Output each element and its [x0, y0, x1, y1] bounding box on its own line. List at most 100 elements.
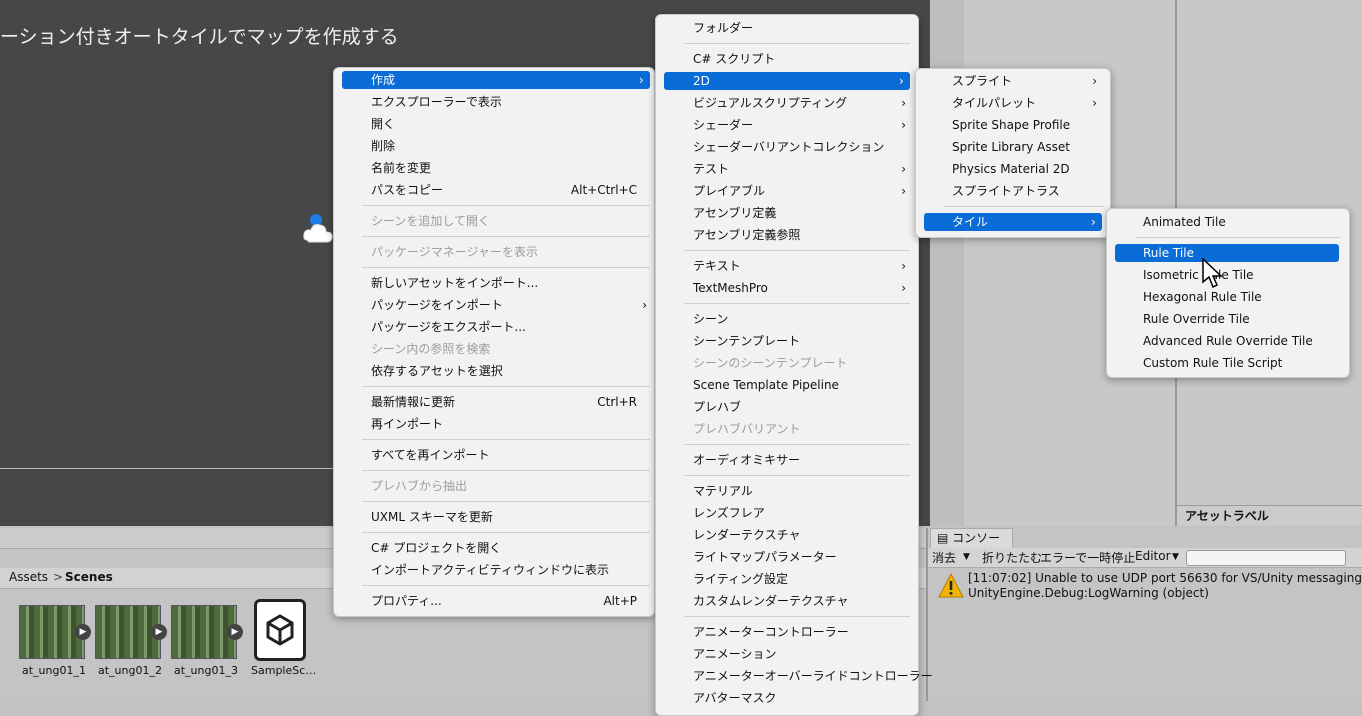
tile-submenu: Animated Tile Rule Tile Isometric Rule T… [1106, 208, 1350, 378]
error-pause-button[interactable]: エラーで一時停止 [1040, 549, 1135, 566]
menu-divider [684, 475, 910, 476]
menu-item-prefab[interactable]: プレハブ [693, 398, 741, 416]
play-icon[interactable]: ▶ [75, 624, 91, 640]
chevron-right-icon: › [901, 96, 906, 110]
menu-item-hexagonal-rule-tile[interactable]: Hexagonal Rule Tile [1143, 288, 1262, 306]
menu-item-animation[interactable]: アニメーション [693, 645, 777, 663]
menu-item-playable[interactable]: プレイアブル › [693, 182, 906, 200]
chevron-down-icon[interactable]: ▼ [963, 552, 970, 562]
console-log-line[interactable]: [11:07:02] Unable to use UDP port 56630 … [968, 571, 1362, 585]
menu-item-shader-variant-collection[interactable]: シェーダーバリアントコレクション [693, 138, 884, 156]
chevron-right-icon: › [639, 73, 644, 87]
chevron-right-icon: › [901, 184, 906, 198]
menu-item-audio-mixer[interactable]: オーディオミキサー [693, 451, 800, 469]
menu-item-physics-material-2d[interactable]: Physics Material 2D [952, 160, 1070, 178]
menu-item-package-manager: パッケージマネージャーを表示 [371, 245, 538, 259]
menu-item-textmeshpro[interactable]: TextMeshPro › [693, 279, 906, 297]
menu-item-tile-palette[interactable]: タイルパレット › [952, 94, 1097, 112]
menu-divider [684, 43, 910, 44]
menu-item-folder[interactable]: フォルダー [693, 19, 753, 37]
asset-label: at_ung01_2 [98, 664, 162, 677]
context-menu: 作成 › エクスプローラーで表示 開く 削除 名前を変更 パスをコピー Alt+Ct… [333, 67, 655, 617]
menu-item-animator-controller[interactable]: アニメーターコントローラー [693, 623, 849, 641]
menu-item-scene-template-pipeline[interactable]: Scene Template Pipeline [693, 376, 839, 394]
play-icon[interactable]: ▶ [151, 624, 167, 640]
menu-item-copy-path[interactable]: パスをコピー Alt+Ctrl+C [371, 181, 637, 199]
warning-icon [938, 573, 964, 598]
unity-scene-icon[interactable] [254, 599, 306, 661]
menu-item-reimport[interactable]: 再インポート [371, 415, 443, 433]
menu-item-lens-flare[interactable]: レンズフレア [693, 504, 765, 522]
menu-item-sprite-atlas[interactable]: スプライトアトラス [952, 182, 1060, 200]
menu-item-animated-tile[interactable]: Animated Tile [1143, 213, 1226, 231]
breadcrumb-scenes[interactable]: Scenes [65, 570, 113, 584]
menu-item-text[interactable]: テキスト › [693, 257, 906, 275]
menu-divider [362, 532, 650, 533]
menu-divider [1135, 237, 1341, 238]
menu-item-add-scene-open: シーンを追加して開く [371, 214, 491, 228]
editor-dropdown[interactable]: Editor [1135, 549, 1171, 563]
menu-item-rule-tile[interactable]: Rule Tile [1115, 244, 1339, 262]
menu-item-show-in-explorer[interactable]: エクスプローラーで表示 [371, 93, 502, 111]
menu-item-properties[interactable]: プロパティ... Alt+P [371, 592, 637, 610]
menu-item-scene-template[interactable]: シーンテンプレート [693, 332, 800, 350]
shortcut-label: Ctrl+R [597, 395, 637, 409]
menu-item-open-csharp-project[interactable]: C# プロジェクトを開く [371, 539, 501, 557]
menu-item-sprite-library-asset[interactable]: Sprite Library Asset [952, 138, 1070, 156]
menu-item-import-package[interactable]: パッケージをインポート › [371, 296, 647, 314]
menu-item-assembly-definition-reference[interactable]: アセンブリ定義参照 [693, 226, 800, 244]
asset-label-header: アセットラベル [1177, 505, 1362, 526]
menu-item-advanced-rule-override-tile[interactable]: Advanced Rule Override Tile [1143, 332, 1313, 350]
console-log-line[interactable]: UnityEngine.Debug:LogWarning (object) [968, 586, 1209, 600]
menu-item-custom-render-texture[interactable]: カスタムレンダーテクスチャ [693, 592, 849, 610]
create-submenu: フォルダー C# スクリプト 2D › ビジュアルスクリプティング › シェーダー ›… [655, 14, 933, 716]
menu-item-csharp-script[interactable]: C# スクリプト [693, 50, 775, 68]
asset-label: at_ung01_1 [22, 664, 86, 677]
menu-item-rule-override-tile[interactable]: Rule Override Tile [1143, 310, 1250, 328]
menu-item-material[interactable]: マテリアル [693, 482, 753, 500]
chevron-right-icon: › [901, 259, 906, 273]
menu-item-scene[interactable]: シーン [693, 310, 728, 328]
menu-item-custom-rule-tile-script[interactable]: Custom Rule Tile Script [1143, 354, 1282, 372]
menu-item-avatar-mask[interactable]: アバターマスク [693, 689, 777, 707]
menu-divider [362, 470, 650, 471]
menu-item-rename[interactable]: 名前を変更 [371, 159, 431, 177]
console-search-input[interactable] [1186, 550, 1346, 566]
menu-item-lighting-settings[interactable]: ライティング設定 [693, 570, 788, 588]
menu-item-delete[interactable]: 削除 [371, 137, 395, 155]
menu-item-assembly-definition[interactable]: アセンブリ定義 [693, 204, 776, 222]
play-icon[interactable]: ▶ [227, 624, 243, 640]
menu-item-visual-scripting[interactable]: ビジュアルスクリプティング › [693, 94, 906, 112]
menu-item-open[interactable]: 開く [371, 115, 395, 133]
menu-divider [684, 250, 910, 251]
menu-item-prefab-variant: プレハブバリアント [693, 422, 801, 436]
menu-item-tile[interactable]: タイル › [924, 213, 1102, 231]
menu-item-reimport-all[interactable]: すべてを再インポート [371, 446, 489, 464]
menu-item-update-uxml-schema[interactable]: UXML スキーマを更新 [371, 508, 493, 526]
clear-button[interactable]: 消去 [932, 549, 956, 566]
menu-item-import-new-asset[interactable]: 新しいアセットをインポート... [371, 274, 538, 292]
tab-console[interactable]: ▤ コンソール [930, 528, 1013, 564]
menu-item-create[interactable]: 作成 › [342, 71, 650, 89]
chevron-right-icon: › [1091, 215, 1096, 229]
chevron-right-icon: › [901, 162, 906, 176]
menu-item-select-dependencies[interactable]: 依存するアセットを選択 [371, 362, 503, 380]
menu-item-animator-override-controller[interactable]: アニメーターオーバーライドコントローラー [693, 667, 933, 685]
menu-item-test[interactable]: テスト › [693, 160, 906, 178]
shortcut-label: Alt+Ctrl+C [570, 183, 637, 197]
menu-item-export-package[interactable]: パッケージをエクスポート... [371, 318, 526, 336]
menu-item-shader[interactable]: シェーダー › [693, 116, 906, 134]
menu-divider [362, 267, 650, 268]
asset-label: SampleSc… [251, 664, 317, 677]
breadcrumb-assets[interactable]: Assets [9, 570, 48, 584]
chevron-right-icon: › [901, 281, 906, 295]
menu-item-2d[interactable]: 2D › [664, 72, 910, 90]
menu-item-refresh[interactable]: 最新情報に更新 Ctrl+R [371, 393, 637, 411]
menu-item-isometric-rule-tile[interactable]: Isometric Rule Tile [1143, 266, 1254, 284]
menu-item-sprite[interactable]: スプライト › [952, 72, 1097, 90]
menu-item-import-activity-window[interactable]: インポートアクティビティウィンドウに表示 [371, 561, 609, 579]
menu-item-sprite-shape-profile[interactable]: Sprite Shape Profile [952, 116, 1070, 134]
menu-item-render-texture[interactable]: レンダーテクスチャ [693, 526, 801, 544]
collapse-button[interactable]: 折りたたむ [982, 549, 1042, 566]
menu-item-lightmap-parameters[interactable]: ライトマップパラメーター [693, 548, 837, 566]
